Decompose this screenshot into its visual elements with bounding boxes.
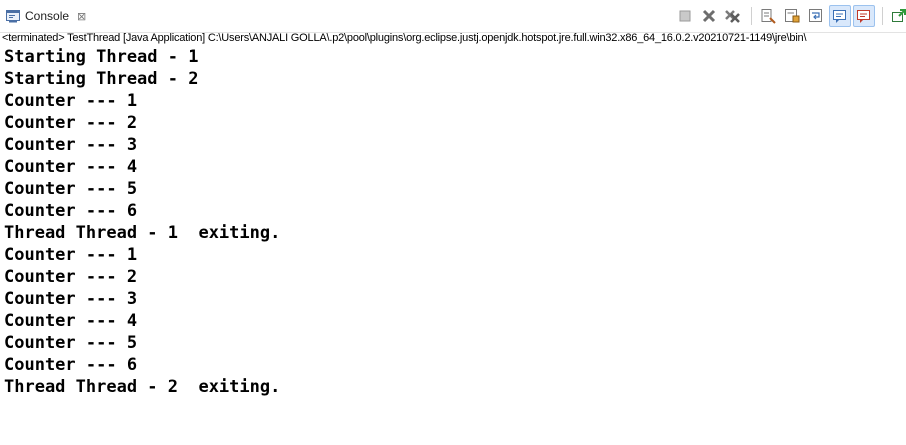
process-status-line: <terminated> TestThread [Java Applicatio…	[2, 33, 807, 44]
console-line: Counter --- 3	[4, 289, 138, 309]
terminate-button[interactable]	[674, 5, 696, 27]
show-on-stdout-icon	[833, 10, 846, 23]
console-line: Starting Thread - 2	[4, 69, 199, 89]
terminate-icon	[679, 10, 691, 22]
scroll-lock-button[interactable]	[781, 5, 803, 27]
clear-console-button[interactable]	[757, 5, 779, 27]
toolbar-divider	[751, 7, 752, 25]
close-icon[interactable]: ⊠	[77, 10, 86, 23]
console-line: Thread Thread - 2 exiting.	[4, 377, 281, 397]
console-icon	[6, 9, 20, 23]
pin-console-button[interactable]	[888, 5, 906, 27]
console-line: Counter --- 4	[4, 311, 138, 331]
console-output[interactable]: Starting Thread - 1 Starting Thread - 2 …	[0, 46, 906, 445]
word-wrap-icon	[809, 9, 822, 22]
console-line: Counter --- 6	[4, 201, 138, 221]
tab-console-label: Console	[25, 9, 70, 23]
console-line: Counter --- 1	[4, 91, 138, 111]
scroll-lock-icon	[785, 9, 800, 23]
console-view-header: Console ⊠	[0, 0, 906, 33]
console-toolbar	[674, 5, 906, 27]
show-on-stdout-button[interactable]	[829, 5, 851, 27]
show-on-stderr-button[interactable]	[853, 5, 875, 27]
word-wrap-button[interactable]	[805, 5, 827, 27]
console-line: Counter --- 3	[4, 135, 138, 155]
remove-all-terminated-button[interactable]	[722, 5, 744, 27]
remove-all-terminated-icon	[725, 10, 740, 23]
show-on-stderr-icon	[857, 10, 870, 23]
console-line: Counter --- 2	[4, 113, 138, 133]
clear-console-icon	[761, 9, 776, 24]
console-line: Counter --- 1	[4, 245, 138, 265]
console-line: Counter --- 4	[4, 157, 138, 177]
console-line: Starting Thread - 1	[4, 47, 199, 67]
console-line: Thread Thread - 1 exiting.	[4, 223, 281, 243]
console-line: Counter --- 5	[4, 179, 138, 199]
console-line: Counter --- 6	[4, 355, 138, 375]
remove-launch-icon	[702, 9, 716, 23]
console-line: Counter --- 5	[4, 333, 138, 353]
tab-console[interactable]: Console ⊠	[0, 0, 98, 32]
remove-launch-button[interactable]	[698, 5, 720, 27]
console-line: Counter --- 2	[4, 267, 138, 287]
toolbar-divider	[882, 7, 883, 25]
pin-console-icon	[892, 9, 906, 22]
